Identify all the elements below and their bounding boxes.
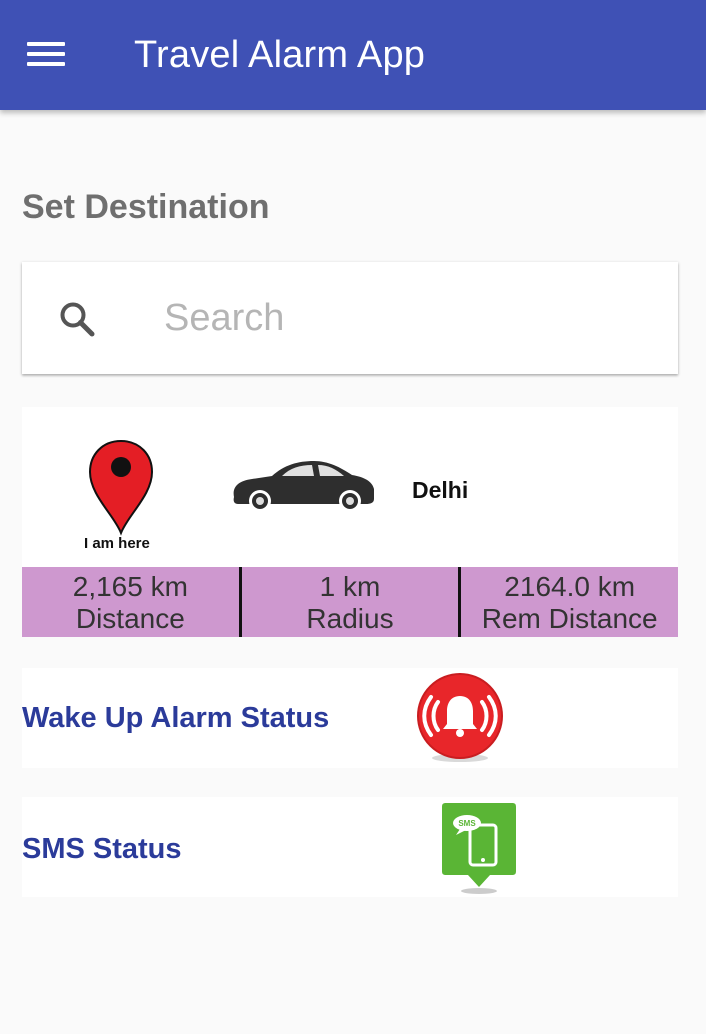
alarm-bell-icon[interactable]: [416, 672, 504, 764]
search-bar[interactable]: [22, 262, 678, 374]
stat-label: Distance: [75, 603, 185, 634]
app-bar: Travel Alarm App: [0, 0, 706, 110]
alarm-status-label: Wake Up Alarm Status: [22, 702, 330, 734]
stat-label: Rem Distance: [481, 603, 658, 634]
destination-name: Delhi: [412, 477, 469, 503]
origin-label: I am here: [84, 535, 150, 552]
alarm-status-row: Wake Up Alarm Status: [22, 668, 678, 768]
section-title: Set Destination: [22, 188, 270, 226]
stat-value: 1 km: [319, 571, 381, 602]
stat-value: 2,165 km: [72, 571, 188, 602]
svg-text:SMS: SMS: [458, 819, 476, 828]
trip-stats: 2,165 km Distance 1 km Radius 2164.0 km …: [22, 567, 678, 637]
sms-phone-icon[interactable]: SMS: [440, 801, 518, 895]
stat-radius: 1 km Radius: [238, 567, 459, 637]
location-pin-icon: [86, 437, 156, 537]
stat-distance: 2,165 km Distance: [22, 567, 239, 637]
stat-value: 2164.0 km: [504, 571, 636, 602]
hamburger-menu-icon[interactable]: [18, 30, 74, 78]
trip-card: I am here Delhi: [22, 407, 678, 567]
sms-status-row: SMS Status SMS: [22, 797, 678, 897]
car-icon: [228, 457, 376, 515]
search-icon: [60, 302, 95, 337]
sms-status-label: SMS Status: [22, 833, 182, 865]
search-input[interactable]: [164, 290, 644, 346]
app-title: Travel Alarm App: [134, 34, 426, 76]
stat-remaining-distance: 2164.0 km Rem Distance: [458, 567, 678, 637]
stat-label: Radius: [306, 603, 394, 634]
